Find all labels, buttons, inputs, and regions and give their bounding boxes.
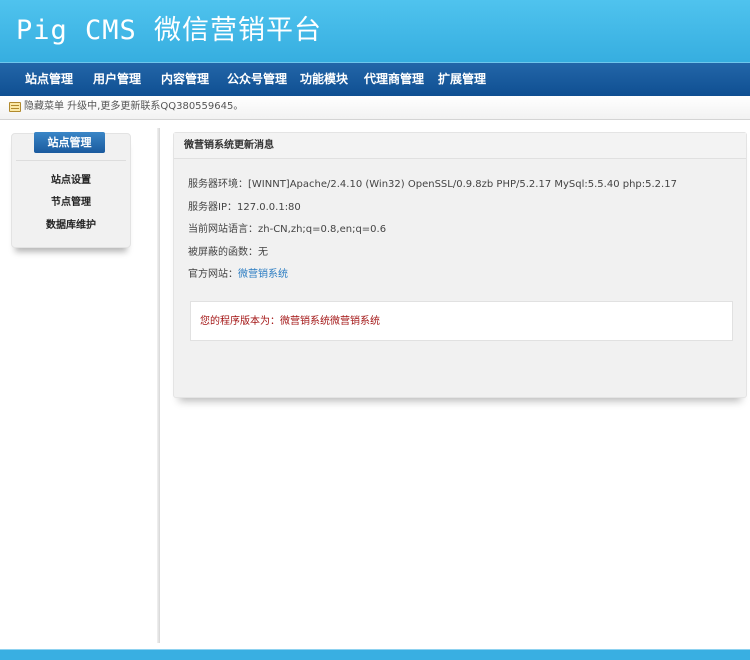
official-site-link[interactable]: 微营销系统: [238, 269, 288, 280]
nav-item-site-management[interactable]: 站点管理: [25, 63, 73, 96]
official-site: 官方网站：微营销系统: [188, 269, 288, 281]
header: Pig CMS 微信营销平台: [0, 0, 750, 62]
top-nav: 站点管理 用户管理 内容管理 公众号管理 功能模块 代理商管理 扩展管理: [0, 62, 750, 96]
sidebar-item-site-settings[interactable]: 站点设置: [12, 174, 130, 188]
sidebar-item-database-maintenance[interactable]: 数据库维护: [12, 219, 130, 233]
nav-item-user-management[interactable]: 用户管理: [93, 63, 141, 96]
nav-item-content-management[interactable]: 内容管理: [161, 63, 209, 96]
server-ip: 服务器IP：127.0.0.1:80: [188, 202, 301, 213]
vertical-divider: [157, 128, 160, 643]
official-site-label: 官方网站：: [188, 269, 238, 280]
sidebar: 站点管理 站点设置 节点管理 数据库维护: [11, 132, 131, 248]
nav-item-agent-management[interactable]: 代理商管理: [364, 63, 424, 96]
site-logo: Pig CMS 微信营销平台: [16, 15, 323, 46]
notice-text: 隐藏菜单 升级中,更多更新联系QQ380559645。: [24, 101, 244, 112]
version-box: 您的程序版本为：微营销系统微营销系统: [190, 301, 733, 341]
panel-title: 微营销系统更新消息: [184, 140, 274, 151]
footer-bar: [0, 649, 750, 660]
nav-item-official-account-management[interactable]: 公众号管理: [227, 63, 287, 96]
notice-icon: [9, 102, 21, 112]
sidebar-title[interactable]: 站点管理: [34, 132, 105, 153]
nav-item-extension-management[interactable]: 扩展管理: [438, 63, 486, 96]
version-text: 您的程序版本为：微营销系统微营销系统: [200, 316, 380, 327]
disabled-functions: 被屏蔽的函数：无: [188, 247, 268, 258]
nav-item-function-modules[interactable]: 功能模块: [300, 63, 348, 96]
sidebar-item-node-management[interactable]: 节点管理: [12, 196, 130, 210]
panel-header: 微营销系统更新消息: [174, 133, 746, 159]
update-info-panel: 微营销系统更新消息 服务器环境：[WINNT]Apache/2.4.10 (Wi…: [173, 132, 747, 398]
sidebar-divider: [16, 160, 126, 161]
site-language: 当前网站语言：zh-CN,zh;q=0.8,en;q=0.6: [188, 224, 387, 235]
server-environment: 服务器环境：[WINNT]Apache/2.4.10 (Win32) OpenS…: [188, 179, 677, 190]
notice-bar: 隐藏菜单 升级中,更多更新联系QQ380559645。: [0, 96, 750, 120]
